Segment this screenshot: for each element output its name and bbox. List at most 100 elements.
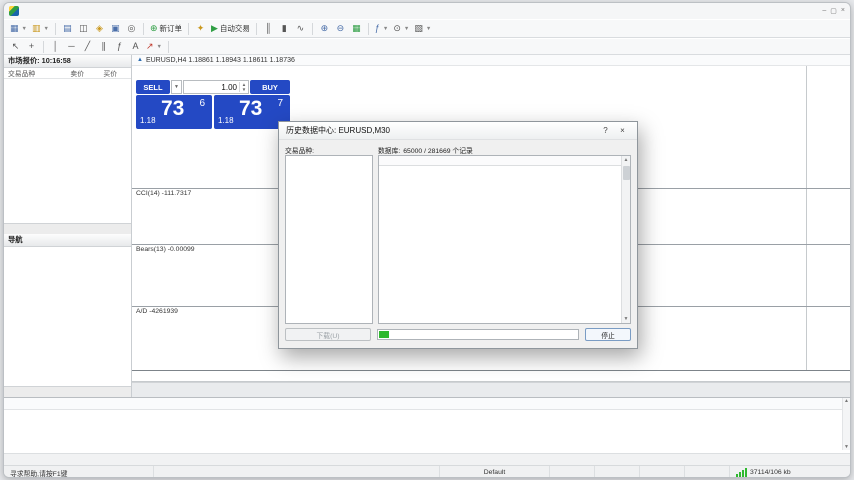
status-cell	[685, 466, 730, 478]
auto-trading-button[interactable]: ▶自动交易	[209, 21, 252, 36]
chart-candles-button[interactable]: ▮	[277, 21, 292, 36]
scroll-thumb[interactable]	[623, 166, 630, 180]
tile-windows-button[interactable]: ▦	[349, 21, 364, 36]
text-button[interactable]: A	[128, 39, 143, 54]
dialog-symbol-label: 交易品种:	[285, 144, 373, 155]
indicators-button[interactable]: ƒ▼	[373, 21, 390, 36]
terminal-icon: ▣	[111, 24, 120, 33]
profiles-button[interactable]: ▥▼	[30, 21, 51, 36]
download-button[interactable]: 下载(U)	[285, 328, 371, 341]
chart-bars-icon: ║	[265, 24, 271, 33]
left-panels: 市场报价: 10:16:58 交易品种 卖价 买价 导航	[4, 55, 132, 397]
market-watch-title: 市场报价: 10:16:58	[8, 56, 71, 66]
terminal-tabs	[4, 453, 850, 465]
status-spacer	[154, 466, 440, 478]
new-order-button[interactable]: ⊕新订单	[148, 21, 184, 36]
trendline-icon: ╱	[85, 42, 90, 51]
market-watch-tabs	[4, 223, 131, 234]
col-symbol[interactable]: 交易品种	[4, 68, 54, 78]
tile-windows-icon: ▦	[352, 24, 361, 33]
zoom-in-button[interactable]: ⊕	[317, 21, 332, 36]
status-cell	[550, 466, 595, 478]
templates-button[interactable]: ▧▼	[412, 21, 433, 36]
vertical-line-icon: │	[53, 42, 59, 51]
crosshair-icon: +	[29, 42, 34, 51]
vertical-line-button[interactable]: │	[48, 39, 63, 54]
chart-caption: ▲ EURUSD,H4 1.18861 1.18943 1.18611 1.18…	[132, 55, 850, 66]
buy-button[interactable]: BUY	[250, 80, 290, 94]
crosshair-button[interactable]: +	[24, 39, 39, 54]
data-window-icon: ◫	[79, 24, 88, 33]
zoom-out-button[interactable]: ⊖	[333, 21, 348, 36]
chevron-down-icon: ▼	[22, 26, 27, 32]
dialog-title: 历史数据中心: EURUSD,M30	[286, 125, 390, 136]
new-chart-button[interactable]: ▦▼	[8, 21, 29, 36]
horizontal-line-button[interactable]: ─	[64, 39, 79, 54]
navigator-tree	[4, 247, 131, 386]
time-axis[interactable]	[132, 371, 850, 382]
strategy-tester-button[interactable]: ◎	[124, 21, 139, 36]
trendline-button[interactable]: ╱	[80, 39, 95, 54]
status-cell	[595, 466, 640, 478]
templates-icon: ▧	[414, 24, 423, 33]
cci-axis	[806, 189, 850, 244]
dialog-table-header	[379, 156, 630, 166]
data-window-button[interactable]: ◫	[76, 21, 91, 36]
restore-icon[interactable]: ▢	[830, 7, 837, 15]
status-profile[interactable]: Default	[440, 466, 550, 478]
market-watch-columns: 交易品种 卖价 买价	[4, 68, 131, 79]
chart-bars-button[interactable]: ║	[261, 21, 276, 36]
dialog-titlebar[interactable]: 历史数据中心: EURUSD,M30 ? ×	[279, 122, 637, 140]
sell-dropdown-icon[interactable]: ▼	[171, 80, 182, 94]
volume-stepper[interactable]: 1.00 ▲▼	[183, 80, 249, 94]
chart-window-icon: ▲	[137, 57, 143, 63]
bid-price-box[interactable]: 1.18 73 6	[136, 95, 212, 129]
market-watch-button[interactable]: ▤	[60, 21, 75, 36]
channel-button[interactable]: ∥	[96, 39, 111, 54]
status-cell	[640, 466, 685, 478]
close-icon[interactable]: ×	[615, 124, 630, 137]
divider	[143, 23, 144, 35]
market-watch-header: 市场报价: 10:16:58	[4, 55, 131, 68]
col-bid[interactable]: 卖价	[54, 68, 87, 78]
cursor-button[interactable]: ↖	[8, 39, 23, 54]
scroll-down-icon[interactable]: ▼	[624, 316, 629, 322]
new-order-icon: ⊕	[150, 24, 158, 33]
text-icon: A	[132, 42, 138, 51]
navigator-tabs	[4, 386, 131, 397]
connection-icon	[736, 468, 747, 477]
scroll-up-icon[interactable]: ▲	[844, 398, 849, 404]
terminal-scrollbar[interactable]: ▲▼	[842, 398, 850, 450]
close-icon[interactable]: ×	[841, 7, 845, 15]
chart-line-icon: ∿	[297, 24, 305, 33]
minimize-icon[interactable]: ‒	[822, 7, 826, 15]
metaeditor-button[interactable]: ✦	[193, 21, 208, 36]
col-ask[interactable]: 买价	[87, 68, 120, 78]
fibonacci-button[interactable]: ƒ	[112, 39, 127, 54]
stepper-arrows-icon[interactable]: ▲▼	[239, 82, 248, 92]
navigator-header: 导航	[4, 234, 131, 247]
dialog-scrollbar[interactable]: ▲▼	[621, 156, 630, 323]
app-logo-icon	[9, 6, 19, 16]
ask-main: 1.18	[218, 116, 234, 125]
dialog-db-label: 数据库:	[378, 145, 400, 155]
progress-fill	[379, 331, 389, 338]
divider	[256, 23, 257, 35]
scroll-up-icon[interactable]: ▲	[624, 157, 629, 163]
navigator-button[interactable]: ◈	[92, 21, 107, 36]
history-center-dialog: 历史数据中心: EURUSD,M30 ? × 交易品种: 数据库:65000 /…	[278, 121, 638, 349]
periods-button[interactable]: ⊙▼	[391, 21, 411, 36]
divider	[368, 23, 369, 35]
sell-button[interactable]: SELL	[136, 80, 170, 94]
chevron-down-icon: ▼	[426, 26, 431, 32]
stop-button[interactable]: 停止	[585, 328, 631, 341]
chevron-down-icon: ▼	[43, 26, 48, 32]
chart-line-button[interactable]: ∿	[293, 21, 308, 36]
scroll-down-icon[interactable]: ▼	[844, 444, 849, 450]
one-click-trade-panel: SELL ▼ 1.00 ▲▼ BUY 1.18 73 6	[136, 80, 290, 129]
terminal-button[interactable]: ▣	[108, 21, 123, 36]
arrows-button[interactable]: ↗▼	[144, 39, 164, 54]
help-icon[interactable]: ?	[598, 124, 613, 137]
chevron-down-icon: ▼	[404, 26, 409, 32]
cursor-icon: ↖	[12, 42, 20, 51]
